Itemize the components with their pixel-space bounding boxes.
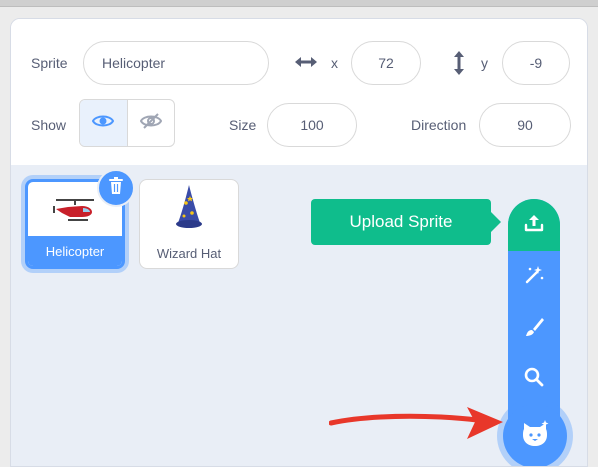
y-label: y [481, 55, 488, 71]
direction-value: 90 [517, 117, 533, 133]
sprite-pane: Sprite Helicopter x 72 y -9 Show Size 10… [10, 18, 588, 467]
choose-sprite-icon [520, 419, 550, 454]
surprise-button[interactable] [508, 251, 560, 303]
vertical-arrows-icon [451, 49, 467, 82]
upload-sprite-button[interactable] [508, 199, 560, 251]
x-input[interactable]: 72 [351, 41, 421, 85]
size-label: Size [229, 117, 257, 133]
sprite-name-value: Helicopter [102, 55, 166, 71]
horizontal-arrows-icon [293, 53, 319, 76]
search-icon [523, 366, 545, 393]
size-value: 100 [300, 117, 324, 133]
paint-button[interactable] [508, 303, 560, 355]
paint-icon [523, 316, 545, 343]
choose-sprite-button[interactable] [503, 404, 567, 466]
x-value: 72 [378, 55, 394, 71]
delete-sprite-button[interactable] [97, 169, 135, 207]
visibility-toggle [79, 99, 175, 147]
sprite-thumbnail [140, 180, 238, 238]
top-strip [0, 0, 598, 7]
y-value: -9 [529, 55, 543, 71]
helicopter-icon [50, 195, 100, 228]
size-input[interactable]: 100 [267, 103, 357, 147]
tooltip-arrow [491, 212, 501, 232]
x-label: x [331, 55, 338, 71]
sprite-info-panel: Sprite Helicopter x 72 y -9 Show Size 10… [11, 19, 587, 166]
upload-icon [523, 212, 545, 239]
show-button[interactable] [80, 100, 128, 146]
trash-icon [108, 176, 124, 200]
hide-button[interactable] [128, 100, 175, 146]
surprise-icon [523, 264, 545, 291]
eye-hidden-icon [139, 112, 162, 135]
wizard-hat-icon [174, 183, 204, 236]
search-button[interactable] [508, 353, 560, 405]
sprite-tile-wizard-hat[interactable]: Wizard Hat [139, 179, 239, 269]
sprite-name-input[interactable]: Helicopter [83, 41, 269, 85]
upload-sprite-tooltip: Upload Sprite [311, 199, 491, 245]
show-label: Show [31, 117, 67, 133]
eye-icon [92, 113, 115, 134]
direction-input[interactable]: 90 [479, 103, 571, 147]
sprite-name: Helicopter [28, 236, 122, 266]
sprite-name: Wizard Hat [156, 245, 222, 261]
direction-label: Direction [411, 117, 467, 133]
annotation-arrow-icon [328, 407, 505, 448]
y-input[interactable]: -9 [502, 41, 570, 85]
sprite-label: Sprite [31, 55, 68, 71]
